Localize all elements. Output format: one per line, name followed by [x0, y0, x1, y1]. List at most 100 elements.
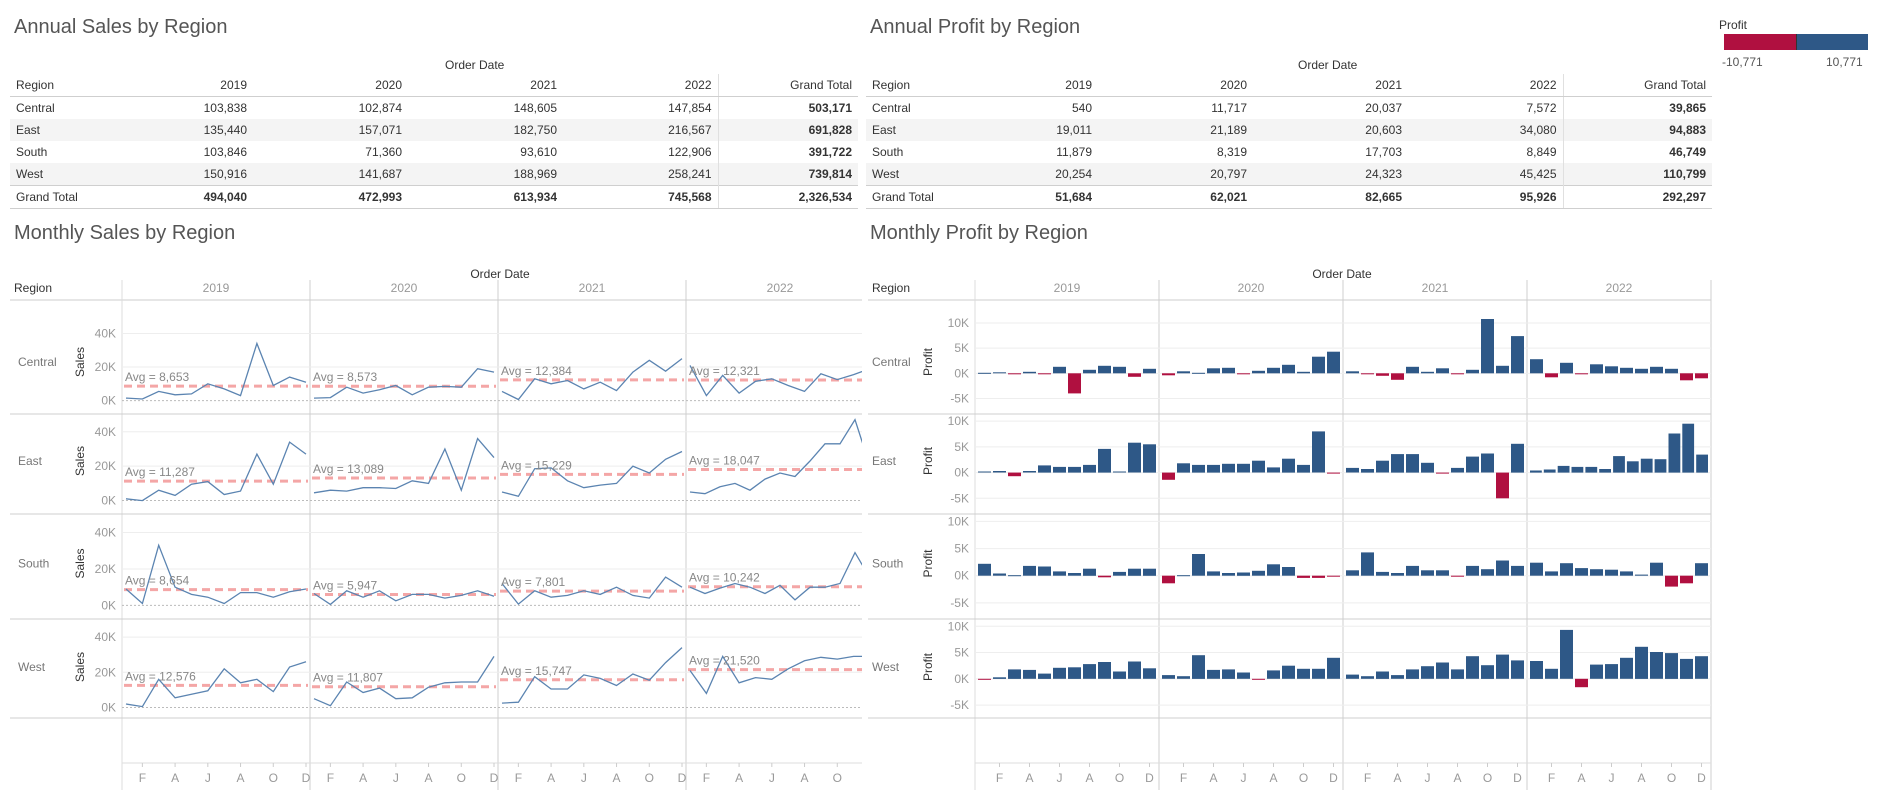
profit-bar: [1575, 373, 1588, 375]
row-label: Central: [872, 101, 911, 115]
table-row-grand-total: Grand Total 51,684 62,021 82,665 95,926 …: [866, 185, 1712, 209]
profit-bar: [1083, 369, 1096, 374]
profit-bar: [1237, 572, 1250, 576]
chart-col-group: Order Date: [470, 267, 530, 281]
profit-bar: [1543, 469, 1556, 473]
month-tick-label: F: [1180, 771, 1187, 785]
profit-bar: [1222, 669, 1235, 679]
month-tick-label: O: [833, 771, 842, 785]
legend-min-label: -10,771: [1722, 55, 1763, 69]
profit-bar: [1297, 575, 1310, 578]
month-tick-label: A: [1085, 771, 1093, 785]
row-label: West: [10, 163, 98, 186]
profit-bar: [1590, 364, 1603, 374]
profit-bar: [1451, 467, 1464, 473]
average-label: Avg = 21,520: [689, 654, 760, 668]
average-label: Avg = 12,384: [501, 364, 572, 378]
profit-bar: [1585, 466, 1598, 473]
profit-bar: [1545, 668, 1558, 679]
row-label: West: [866, 163, 962, 186]
y-tick-label: 0K: [101, 394, 116, 408]
profit-bar: [993, 677, 1006, 679]
profit-bar: [1327, 351, 1340, 374]
profit-bar: [1008, 575, 1021, 577]
month-tick-label: A: [735, 771, 743, 785]
annual-sales-title: Annual Sales by Region: [14, 16, 228, 38]
profit-bar: [1023, 669, 1036, 679]
profit-bar: [1177, 463, 1190, 473]
year-header: 2021: [1422, 281, 1449, 295]
profit-bar: [1237, 373, 1250, 375]
month-tick-label: A: [237, 771, 245, 785]
table-cell: 95,926: [1408, 185, 1563, 209]
profit-bar: [1511, 443, 1524, 473]
table-cell: 8,319: [1216, 145, 1247, 159]
profit-bar: [1696, 454, 1708, 473]
table-cell: 472,993: [253, 185, 408, 209]
table-cell: 391,722: [717, 141, 858, 163]
profit-bar: [1237, 463, 1250, 473]
y-axis-title: Sales: [73, 347, 87, 377]
table-cell: 93,610: [520, 145, 557, 159]
profit-bar: [1695, 563, 1708, 576]
profit-bar: [1575, 678, 1588, 688]
profit-bar: [1511, 565, 1524, 576]
region-label: Central: [872, 355, 911, 369]
average-label: Avg = 5,947: [313, 579, 377, 593]
profit-bar: [1143, 444, 1156, 473]
table-cell: 494,040: [98, 185, 253, 209]
profit-bar: [1466, 456, 1479, 473]
profit-bar: [1376, 373, 1389, 376]
y-tick-label: 40K: [95, 526, 116, 540]
profit-bar: [1466, 656, 1479, 679]
month-tick-label: D: [490, 771, 499, 785]
legend-max-label: 10,771: [1826, 55, 1863, 69]
y-axis-title: Sales: [73, 548, 87, 578]
table-cell: 8,849: [1526, 145, 1557, 159]
profit-bar: [1282, 364, 1295, 374]
profit-bar: [1098, 448, 1111, 473]
profit-bar: [1391, 675, 1404, 679]
region-label: South: [18, 557, 49, 571]
profit-bar: [1560, 563, 1573, 576]
profit-bar: [1222, 367, 1235, 374]
y-tick-label: 40K: [95, 425, 116, 439]
profit-bar: [1650, 562, 1663, 576]
profit-bar: [1008, 669, 1021, 679]
profit-bar: [1252, 678, 1265, 680]
profit-bar: [993, 573, 1006, 576]
row-label: Central: [16, 101, 55, 115]
profit-bar: [1466, 369, 1479, 374]
profit-color-legend[interactable]: [1724, 34, 1868, 50]
month-tick-label: A: [359, 771, 367, 785]
month-tick-label: J: [393, 771, 399, 785]
col-header: Grand Total: [717, 74, 858, 97]
profit-bar: [1177, 575, 1190, 577]
y-tick-label: 0K: [101, 494, 116, 508]
profit-bar: [1128, 568, 1141, 576]
table-cell: 102,874: [358, 101, 402, 115]
table-cell: 103,846: [203, 145, 247, 159]
table-row: East 19,011 21,189 20,603 34,080 94,883: [866, 119, 1712, 141]
profit-bar: [1650, 366, 1663, 374]
month-tick-label: A: [1209, 771, 1217, 785]
profit-bar: [1053, 667, 1066, 679]
profit-bar: [978, 471, 991, 473]
month-tick-label: A: [1577, 771, 1585, 785]
profit-bar: [1680, 658, 1693, 679]
legend-positive-swatch: [1797, 34, 1868, 50]
table-row: West 20,254 20,797 24,323 45,425 110,799: [866, 163, 1712, 186]
profit-bar: [1053, 466, 1066, 473]
profit-bar: [1083, 568, 1096, 576]
profit-bar: [1682, 423, 1695, 473]
average-label: Avg = 15,747: [501, 664, 572, 678]
table-cell: 739,814: [717, 163, 858, 186]
y-tick-label: 10K: [948, 414, 969, 428]
profit-bar: [1113, 366, 1126, 374]
table-cell: 540: [1071, 101, 1092, 115]
profit-bar: [993, 372, 1006, 374]
monthly-sales-line-chart: Order Date Region 2019 2020 2021 2022 F A J A O D F A…: [10, 267, 862, 790]
col-header: 2020: [253, 74, 408, 97]
year-header: 2020: [391, 281, 418, 295]
profit-bar: [1207, 669, 1220, 679]
